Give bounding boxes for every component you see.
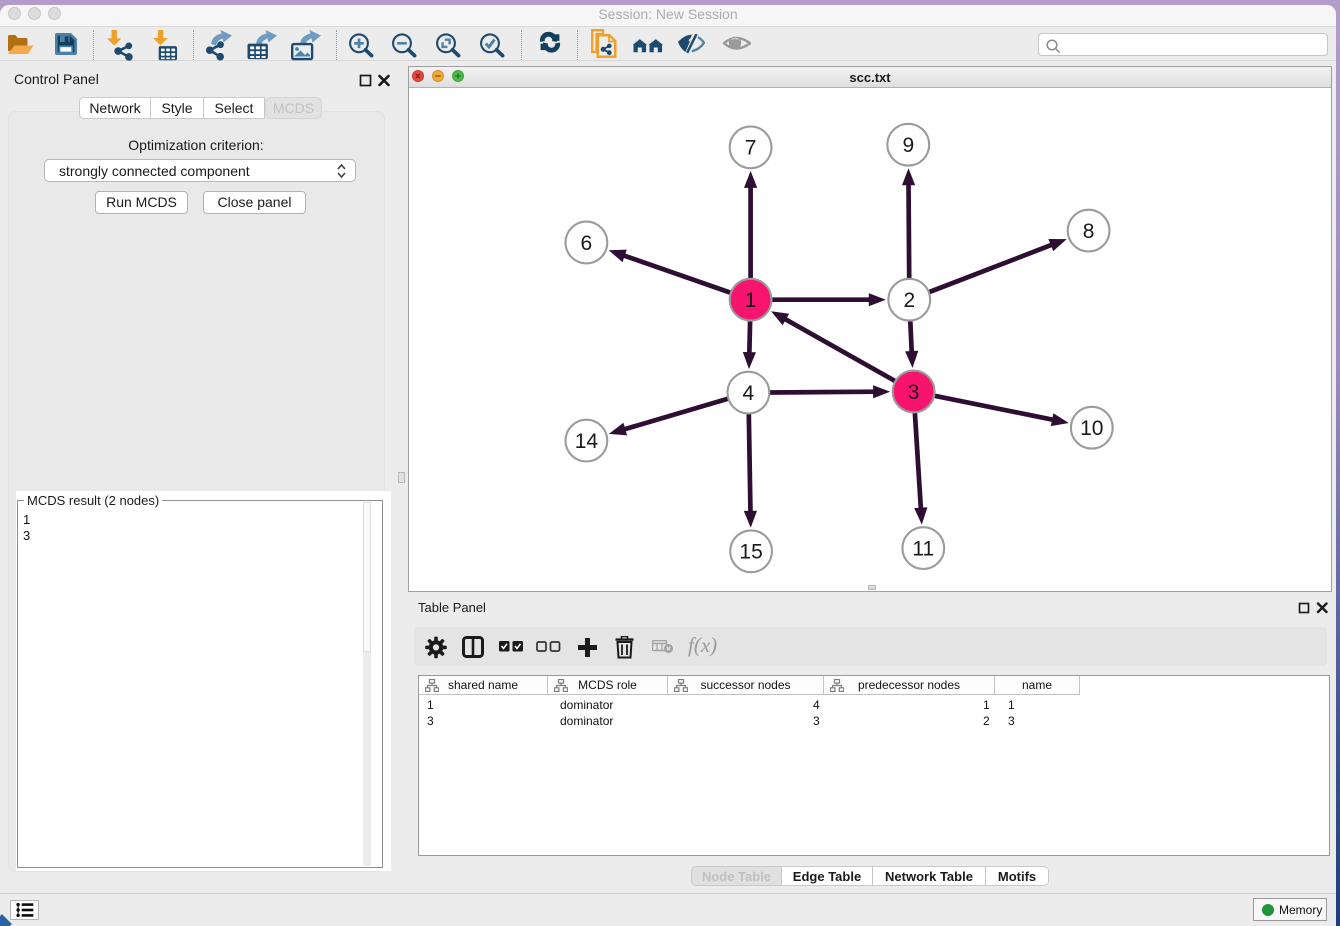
svg-text:6: 6	[581, 232, 593, 255]
svg-text:9: 9	[902, 134, 914, 157]
svg-text:4: 4	[743, 382, 755, 405]
svg-text:15: 15	[739, 541, 762, 564]
svg-text:1: 1	[745, 289, 757, 312]
svg-text:7: 7	[745, 137, 757, 160]
svg-text:10: 10	[1080, 417, 1103, 440]
svg-text:8: 8	[1083, 220, 1095, 243]
svg-text:11: 11	[912, 537, 934, 560]
svg-text:14: 14	[575, 430, 599, 453]
svg-text:2: 2	[903, 289, 915, 312]
svg-text:3: 3	[908, 381, 920, 404]
